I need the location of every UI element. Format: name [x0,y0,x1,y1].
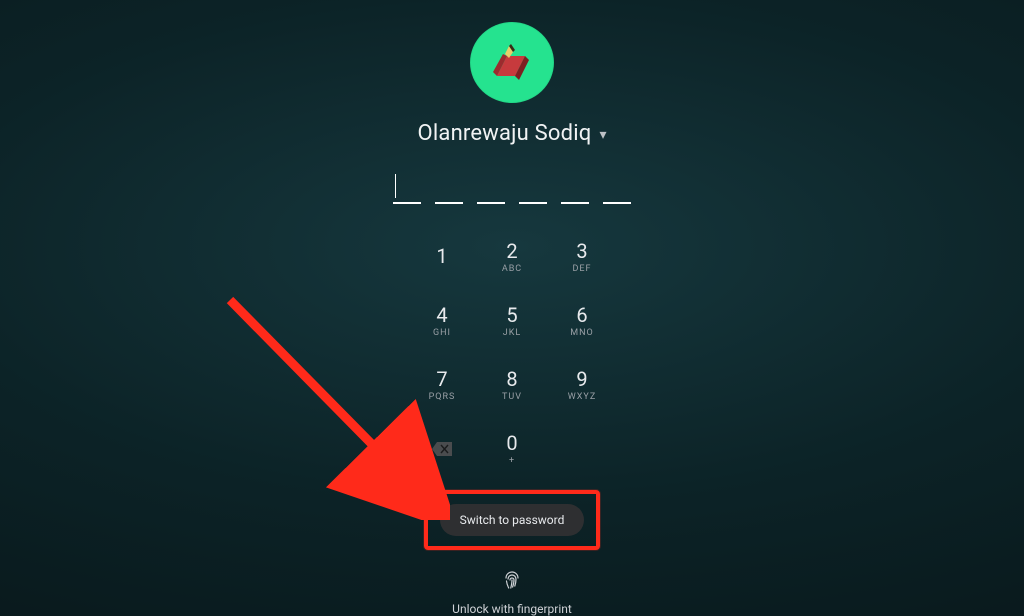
letters-label: DEF [573,264,592,274]
avatar[interactable] [470,22,554,103]
keypad-backspace[interactable] [411,422,473,476]
avatar-image-icon [485,36,539,90]
pin-slot [519,174,547,204]
pin-slot [561,174,589,204]
keypad-key-9[interactable]: 9 WXYZ [551,358,613,412]
lock-screen: Olanrewaju Sodiq ▾ 1 2 ABC 3 DEF 4 GHI 5… [0,0,1024,616]
digit-label: 8 [506,369,517,389]
keypad-key-4[interactable]: 4 GHI [411,294,473,348]
digit-label: 7 [436,369,447,389]
keypad-key-8[interactable]: 8 TUV [481,358,543,412]
fingerprint-icon [500,568,524,592]
digit-label: 1 [436,246,447,266]
keypad-key-6[interactable]: 6 MNO [551,294,613,348]
fingerprint-section: Unlock with fingerprint [452,568,572,616]
switch-to-password-button[interactable]: Switch to password [440,504,585,536]
letters-label: MNO [570,328,593,338]
digit-label: 3 [576,241,587,261]
letters-label: ABC [502,264,522,274]
username-label: Olanrewaju Sodiq [418,121,592,146]
keypad-key-7[interactable]: 7 PQRS [411,358,473,412]
letters-label: TUV [502,392,522,402]
pin-slot [603,174,631,204]
keypad: 1 2 ABC 3 DEF 4 GHI 5 JKL 6 MNO 7 PQRS 8 [411,230,613,476]
pin-slot [393,174,421,204]
letters-label: GHI [433,328,451,338]
pin-slot [435,174,463,204]
fingerprint-label: Unlock with fingerprint [452,602,572,616]
keypad-key-2[interactable]: 2 ABC [481,230,543,284]
keypad-key-3[interactable]: 3 DEF [551,230,613,284]
keypad-empty [551,422,613,476]
letters-label: JKL [503,328,521,338]
digit-label: 9 [576,369,587,389]
user-switcher[interactable]: Olanrewaju Sodiq ▾ [418,121,607,146]
pin-input[interactable] [393,174,631,204]
keypad-key-5[interactable]: 5 JKL [481,294,543,348]
annotation-highlight-box: Switch to password [424,490,601,550]
digit-label: 2 [506,241,517,261]
digit-label: 5 [506,305,517,325]
digit-label: 4 [436,305,447,325]
digit-label: 6 [576,305,587,325]
chevron-down-icon: ▾ [599,125,606,143]
letters-label: + [509,456,515,466]
pin-slot [477,174,505,204]
backspace-icon [431,441,453,457]
letters-label: WXYZ [568,392,596,402]
keypad-key-1[interactable]: 1 [411,230,473,284]
keypad-key-0[interactable]: 0 + [481,422,543,476]
digit-label: 0 [506,433,517,453]
letters-label: PQRS [429,392,456,402]
